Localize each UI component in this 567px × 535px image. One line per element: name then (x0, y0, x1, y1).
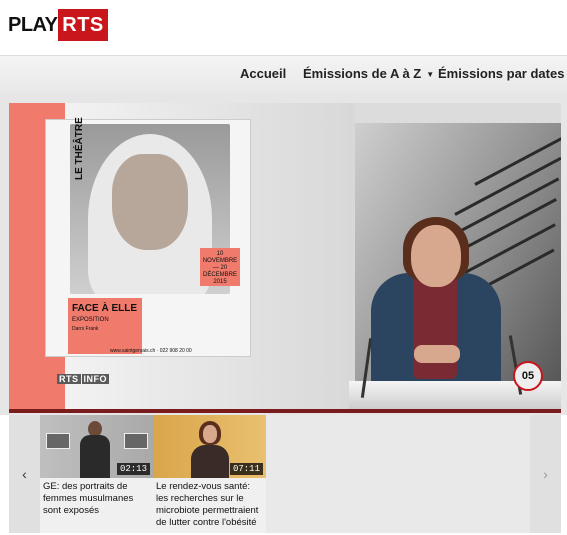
anchor-shirt (413, 279, 457, 379)
poster-label: LE THÉÂTRE (74, 117, 85, 180)
caret-down-icon: ▼ (426, 70, 435, 80)
video-player[interactable]: LE THÉÂTRE 10 NOVEMBRE — 20 DÉCEMBRE 201… (9, 103, 561, 412)
poster-subtitle: EXPOSITION (72, 317, 109, 323)
chevron-right-icon[interactable]: › (530, 415, 561, 533)
poster-author: Darrs Frank (72, 326, 99, 332)
anchor-hands (414, 345, 460, 363)
video-title[interactable]: GE: des portraits de femmes musulmanes s… (43, 481, 151, 517)
video-card[interactable]: 07:11 Le rendez-vous santé: les recherch… (153, 415, 266, 533)
video-duration: 07:11 (229, 463, 263, 475)
thumbnail-person-body (191, 445, 229, 478)
channel-logo-bug: RTS INFO (57, 374, 110, 384)
portrait-face (112, 154, 188, 250)
logo-play-text[interactable]: PLAY (8, 14, 58, 37)
video-title[interactable]: Le rendez-vous santé: les recherches sur… (156, 481, 264, 529)
thumbnail-person-face (203, 425, 217, 443)
thumbnail-frame (46, 433, 70, 449)
chevron-left-icon[interactable]: ‹ (9, 415, 40, 533)
channel-logo-part: INFO (81, 374, 109, 384)
clock-badge: 05 (513, 361, 543, 391)
nav-item-emissions-dates[interactable]: Émissions par dates (438, 66, 564, 81)
video-card[interactable]: 02:13 GE: des portraits de femmes musulm… (40, 415, 153, 533)
nav-item-emissions-a-z[interactable]: Émissions de A à Z ▼ (303, 66, 434, 81)
exhibition-poster: LE THÉÂTRE 10 NOVEMBRE — 20 DÉCEMBRE 201… (45, 117, 251, 357)
anchor-face (411, 225, 461, 287)
video-duration: 02:13 (116, 463, 150, 475)
channel-logo-part: RTS (57, 374, 81, 384)
thumbnail-person-body (80, 435, 110, 478)
poster-title: FACE À ELLE (72, 303, 138, 314)
video-thumbnail: 02:13 (40, 415, 153, 478)
thumbnail-frame (124, 433, 148, 449)
nav-item-label: Émissions de A à Z (303, 66, 422, 81)
video-thumbnail: 07:11 (153, 415, 266, 478)
poster-date-box: 10 NOVEMBRE — 20 DÉCEMBRE 2015 (200, 248, 240, 286)
poster-url: www.saintgervais.ch · 022 908 20 00 (110, 348, 192, 354)
main-navigation: Accueil Émissions de A à Z ▼ Émissions pa… (0, 55, 567, 94)
video-progress-bar[interactable] (9, 409, 561, 413)
nav-item-label: Émissions par dates (438, 66, 565, 81)
nav-item-label: Accueil (240, 66, 287, 81)
nav-item-accueil[interactable]: Accueil (240, 66, 286, 81)
logo-rts-badge[interactable]: RTS (58, 9, 108, 41)
